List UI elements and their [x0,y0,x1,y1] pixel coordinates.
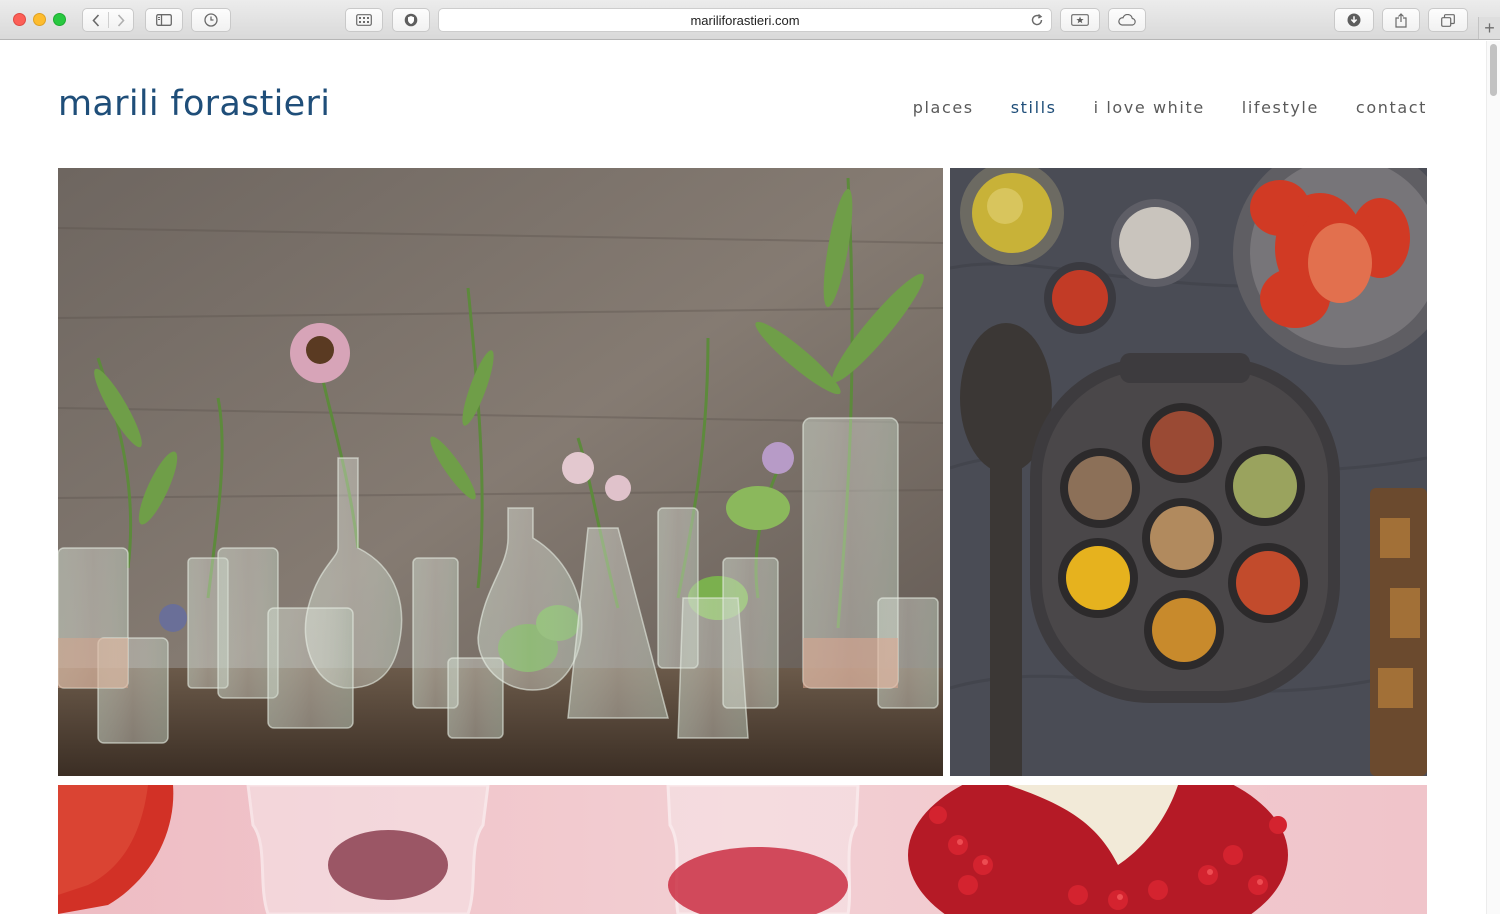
nav-item-contact[interactable]: contact [1356,98,1427,117]
url-text: mariliforastieri.com [690,12,800,28]
nav-item-lifestyle[interactable]: lifestyle [1242,98,1319,117]
downloads-button[interactable] [1334,8,1374,32]
share-icon [1395,12,1407,28]
history-button[interactable] [191,8,231,32]
reader-button[interactable] [1060,8,1100,32]
star-bookmark-icon [1071,14,1089,26]
sidebar-button[interactable] [145,8,183,32]
tabs-icon [1441,13,1455,27]
plus-icon: + [1484,18,1495,38]
reload-icon[interactable] [1030,13,1044,32]
cloud-icon [1117,14,1137,26]
nav-item-places[interactable]: places [913,98,974,117]
shield-icon [404,13,418,27]
new-tab-button[interactable]: + [1478,17,1500,39]
grid-icon [356,14,372,26]
window-zoom-button[interactable] [53,13,66,26]
window-minimize-button[interactable] [33,13,46,26]
browser-toolbar: mariliforastieri.com + [0,0,1500,40]
nav-item-stills[interactable]: stills [1011,98,1057,117]
sidebar-icon [156,14,172,26]
privacy-button[interactable] [392,8,430,32]
clock-icon [204,13,218,27]
back-forward-control [82,8,134,32]
chevron-right-icon[interactable] [108,13,133,27]
spice-tray-photo[interactable] [950,168,1427,776]
icloud-tabs-button[interactable] [1108,8,1146,32]
site-logo[interactable]: marili forastieri [58,84,330,124]
glass-vases-with-plants-photo[interactable] [58,168,943,776]
show-tabs-button[interactable] [1428,8,1468,32]
address-bar[interactable]: mariliforastieri.com [438,8,1052,32]
scroll-thumb[interactable] [1490,44,1497,96]
nav-item-i-love-white[interactable]: i love white [1094,98,1205,117]
chevron-left-icon[interactable] [83,13,108,27]
top-sites-button[interactable] [345,8,383,32]
page-scrollbar[interactable] [1486,41,1500,914]
pomegranate-jars-photo[interactable] [58,785,1427,914]
share-button[interactable] [1382,8,1420,32]
window-close-button[interactable] [13,13,26,26]
main-nav: places stills i love white lifestyle con… [913,98,1427,117]
download-icon [1347,13,1361,27]
